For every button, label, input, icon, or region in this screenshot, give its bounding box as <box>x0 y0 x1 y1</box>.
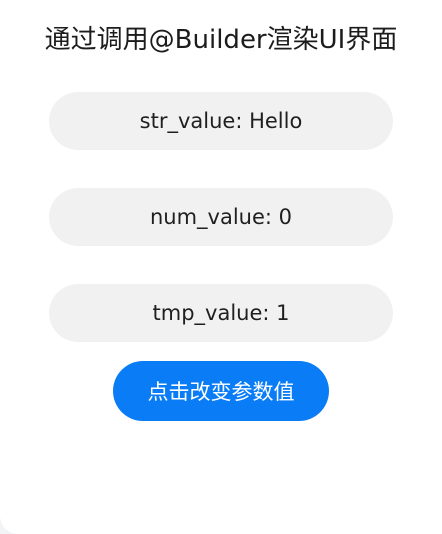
change-params-button[interactable]: 点击改变参数值 <box>113 361 329 421</box>
str-value-text: str_value: Hello <box>139 109 303 133</box>
tmp-value-text: tmp_value: 1 <box>152 301 290 325</box>
tmp-value-item: tmp_value: 1 <box>49 284 393 342</box>
num-value-item: num_value: 0 <box>49 188 393 246</box>
page-title: 通过调用@Builder渲染UI界面 <box>44 25 398 55</box>
str-value-item: str_value: Hello <box>49 92 393 150</box>
num-value-text: num_value: 0 <box>149 205 293 229</box>
app-screen: 通过调用@Builder渲染UI界面 str_value: Hello num_… <box>0 0 442 534</box>
